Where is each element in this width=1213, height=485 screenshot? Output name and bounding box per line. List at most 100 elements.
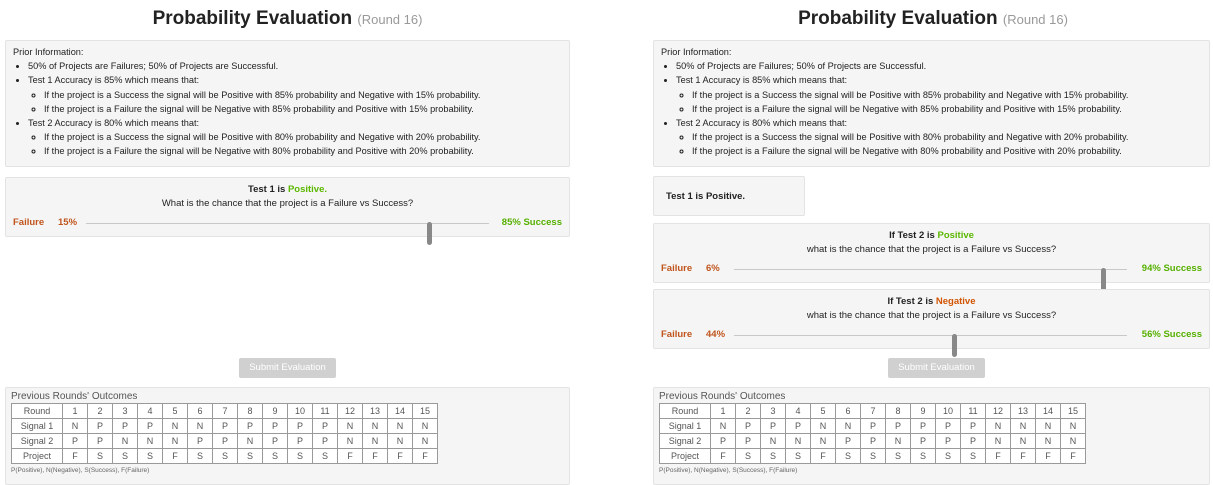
table-cell: N	[337, 418, 363, 434]
table-header-row: Round 1 2 3 4 5 6 7 8 9 10 11 12 13 14 15	[11, 403, 438, 419]
slider-thumb[interactable]	[1101, 268, 1107, 291]
table-cell: N	[237, 433, 263, 449]
table-cell: P	[760, 418, 786, 434]
table-cell: N	[1010, 418, 1036, 434]
table-cell: S	[860, 448, 886, 464]
table-cell: P	[137, 418, 163, 434]
row-label: Signal 2	[659, 433, 711, 449]
table-cell: S	[312, 448, 338, 464]
test2-positive-label: Positive	[937, 230, 974, 241]
test2-positive-question: If Test 2 is Positive what is the chance…	[653, 223, 1210, 291]
table-cell: S	[87, 448, 113, 464]
failure-value: 15%	[58, 217, 78, 228]
table-cell: P	[910, 433, 936, 449]
table-cell: N	[1010, 433, 1036, 449]
failure-label: Failure	[661, 329, 693, 340]
submit-button[interactable]: Submit Evaluation	[888, 358, 985, 378]
table-cell: P	[935, 418, 961, 434]
table-cell: P	[112, 418, 138, 434]
table-cell: S	[960, 448, 986, 464]
table-cell: 14	[387, 403, 413, 419]
table-cell: 9	[910, 403, 936, 419]
table-cell: P	[212, 418, 238, 434]
table-row: Signal 2PPNNNPPNPPPNNNN	[11, 433, 438, 449]
table-cell: N	[1035, 433, 1061, 449]
table-cell: P	[212, 433, 238, 449]
success-value-label: 94% Success	[1141, 263, 1202, 274]
table-cell: 8	[237, 403, 263, 419]
row-label: Project	[11, 448, 63, 464]
slider-track[interactable]	[734, 334, 1127, 357]
table-cell: F	[1010, 448, 1036, 464]
success-value-label: 85% Success	[501, 217, 562, 228]
table-cell: N	[387, 418, 413, 434]
table-cell: 3	[760, 403, 786, 419]
table-cell: S	[237, 448, 263, 464]
table-cell: 7	[860, 403, 886, 419]
prior-test1-failure: If the project is a Failure the signal w…	[692, 102, 1202, 116]
test1-result: Positive.	[287, 184, 328, 195]
table-cell: F	[1035, 448, 1061, 464]
prior-test2-success: If the project is a Success the signal w…	[692, 130, 1202, 144]
table-cell: N	[1060, 433, 1086, 449]
submit-button[interactable]: Submit Evaluation	[239, 358, 336, 378]
previous-outcomes: Previous Rounds' Outcomes Round 1 2 3 4 5 6 7 8 9…	[5, 387, 570, 485]
previous-title: Previous Rounds' Outcomes	[11, 391, 138, 402]
table-cell: N	[985, 418, 1011, 434]
table-cell: N	[710, 418, 736, 434]
table-cell: 3	[112, 403, 138, 419]
outcomes-table: Round 1 2 3 4 5 6 7 8 9 10 11 12 13 14 15 Signal 1NPPPNN…	[659, 403, 1086, 464]
table-cell: N	[1060, 418, 1086, 434]
table-cell: N	[412, 433, 438, 449]
table-cell: N	[62, 418, 88, 434]
table-cell: P	[860, 433, 886, 449]
table-cell: N	[810, 418, 836, 434]
slider-track[interactable]	[86, 222, 489, 245]
table-cell: P	[237, 418, 263, 434]
table-cell: P	[885, 418, 911, 434]
slider-thumb[interactable]	[426, 222, 432, 245]
table-cell: P	[860, 418, 886, 434]
test1-question-box: Test 1 is Positive. What is the chance t…	[5, 177, 570, 245]
probability-slider-row: Failure 15% 85% Success	[6, 213, 569, 245]
table-cell: 5	[810, 403, 836, 419]
prior-test2-failure: If the project is a Failure the signal w…	[44, 144, 562, 158]
table-cell: N	[885, 433, 911, 449]
prior-test2-success: If the project is a Success the signal w…	[44, 130, 562, 144]
table-cell: F	[1060, 448, 1086, 464]
table-cell: N	[362, 418, 388, 434]
prior-base: 50% of Projects are Failures; 50% of Pro…	[676, 59, 1202, 73]
row-label: Round	[11, 403, 63, 419]
table-cell: S	[910, 448, 936, 464]
table-cell: S	[785, 448, 811, 464]
table-cell: 8	[885, 403, 911, 419]
table-cell: P	[312, 418, 338, 434]
question-text: what is the chance that the project is a…	[806, 244, 1057, 255]
table-cell: F	[710, 448, 736, 464]
slider-thumb[interactable]	[952, 334, 958, 357]
table-cell: P	[935, 433, 961, 449]
table-cell: P	[735, 433, 761, 449]
row-label: Project	[659, 448, 711, 464]
table-cell: P	[87, 418, 113, 434]
table-cell: 6	[187, 403, 213, 419]
table-cell: P	[910, 418, 936, 434]
table-cell: F	[162, 448, 188, 464]
test1-result-box: Test 1 is Positive.	[653, 176, 805, 216]
prior-test1-failure: If the project is a Failure the signal w…	[44, 102, 562, 116]
prior-test2: Test 2 Accuracy is 80% which means that:…	[28, 116, 562, 159]
table-cell: 9	[262, 403, 288, 419]
table-cell: F	[810, 448, 836, 464]
table-cell: 2	[735, 403, 761, 419]
slider-track[interactable]	[734, 268, 1127, 291]
table-cell: P	[960, 418, 986, 434]
table-cell: 6	[835, 403, 861, 419]
test2-negative-question: If Test 2 is Negative what is the chance…	[653, 289, 1210, 357]
table-cell: 7	[212, 403, 238, 419]
failure-label: Failure	[13, 217, 45, 228]
probability-slider-row: Failure 44% 56% Success	[654, 325, 1209, 357]
table-cell: S	[760, 448, 786, 464]
prior-test1: Test 1 Accuracy is 85% which means that:…	[28, 73, 562, 116]
prior-heading: Prior Information:	[661, 47, 732, 57]
prior-test1-success: If the project is a Success the signal w…	[692, 88, 1202, 102]
